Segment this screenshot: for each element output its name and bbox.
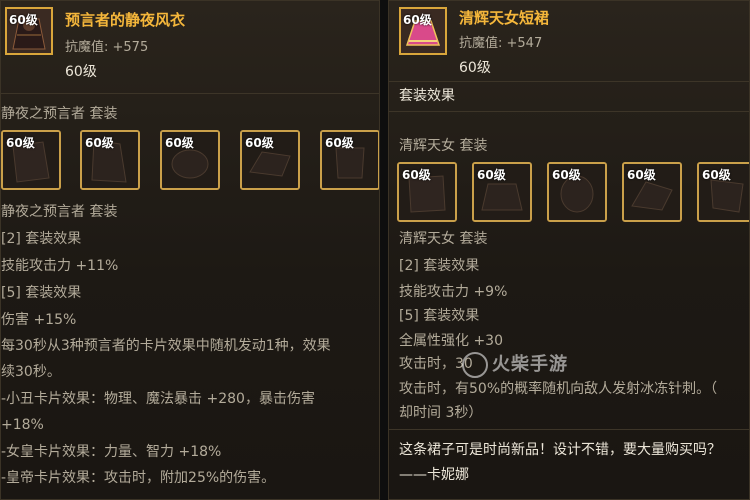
slot-level: 60级	[702, 168, 731, 182]
slot-level: 60级	[165, 136, 194, 150]
set-effect-header: 套装效果	[399, 88, 455, 104]
skirt-item-icon[interactable]: 60级	[399, 7, 447, 55]
site-watermark: 火柴手游	[462, 350, 568, 378]
slot-level: 60级	[477, 168, 506, 182]
set-title: 静夜之预言者 套装	[1, 106, 118, 122]
set-item-slot-5[interactable]: 60级	[320, 130, 379, 190]
level-line: 60级	[459, 60, 491, 76]
item-name: 清辉天女短裙	[459, 9, 550, 27]
card-effect-emperor: -皇帝卡片效果：攻击时，附加25%的伤害。	[1, 470, 276, 486]
item-level: 60级	[9, 13, 38, 27]
stat-line: 抗魔值: +575	[65, 40, 149, 55]
set-item-slot-5[interactable]: 60级	[697, 162, 749, 222]
slot-level: 60级	[552, 168, 581, 182]
item-name: 预言者的静夜风衣	[65, 11, 186, 29]
card-effect-empress: -女皇卡片效果：力量、智力 +18%	[1, 444, 222, 460]
divider-line	[389, 111, 749, 112]
set-item-slot-3[interactable]: 60级	[547, 162, 607, 222]
set-title: 清辉天女 套装	[399, 138, 488, 154]
slot-level: 60级	[6, 136, 35, 150]
set-title-2: 静夜之预言者 套装	[1, 204, 118, 220]
divider-line	[389, 429, 749, 430]
slot-level: 60级	[85, 136, 114, 150]
set-item-slot-2[interactable]: 60级	[472, 162, 532, 222]
attack-effect-3: 却时间 3秒）	[399, 405, 483, 421]
left-tooltip-panel: 60级 预言者的静夜风衣 抗魔值: +575 60级 静夜之预言者 套装 60级…	[0, 0, 380, 500]
cloak-item-icon[interactable]: 60级	[5, 7, 53, 55]
bonus-2-label: [2] 套装效果	[1, 231, 82, 247]
bonus-2-value: 技能攻击力 +9%	[399, 284, 508, 300]
flavor-quote: 这条裙子可是时尚新品！设计不错，要大量购买吗？	[399, 442, 721, 458]
slot-level: 60级	[245, 136, 274, 150]
set-description-2: 续30秒。	[1, 364, 61, 380]
bonus-2-value: 技能攻击力 +11%	[1, 258, 119, 274]
set-description-1: 每30秒从3种预言者的卡片效果中随机发动1种，效果	[1, 338, 331, 354]
watermark-text: 火柴手游	[492, 354, 568, 375]
level-line: 60级	[65, 64, 97, 80]
bonus-2-label: [2] 套装效果	[399, 258, 480, 274]
panel-divider	[380, 0, 388, 500]
item-level: 60级	[403, 13, 432, 27]
watermark-logo-icon	[462, 352, 488, 378]
stat-line: 抗魔值: +547	[459, 36, 543, 51]
slot-level: 60级	[627, 168, 656, 182]
bonus-5-value: 全属性强化 +30	[399, 333, 503, 349]
card-effect-clown-2: +18%	[1, 417, 44, 433]
bonus-5-value: 伤害 +15%	[1, 312, 77, 328]
flavor-quote-author: ——卡妮娜	[399, 467, 469, 483]
attack-effect-2: 攻击时，有50%的概率随机向敌人发射冰冻针刺。（	[399, 381, 718, 397]
set-item-slot-1[interactable]: 60级	[397, 162, 457, 222]
set-item-slot-4[interactable]: 60级	[622, 162, 682, 222]
set-item-slot-4[interactable]: 60级	[240, 130, 300, 190]
divider-line	[1, 93, 379, 94]
slot-level: 60级	[325, 136, 354, 150]
set-item-slot-3[interactable]: 60级	[160, 130, 220, 190]
right-tooltip-panel: 60级 清辉天女短裙 抗魔值: +547 60级 套装效果 清辉天女 套装 60…	[388, 0, 750, 500]
set-title-2: 清辉天女 套装	[399, 231, 488, 247]
card-effect-clown: -小丑卡片效果：物理、魔法暴击 +280，暴击伤害	[1, 391, 315, 407]
divider-line	[389, 81, 749, 82]
bonus-5-label: [5] 套装效果	[399, 308, 480, 324]
set-item-slot-1[interactable]: 60级	[1, 130, 61, 190]
set-item-slot-2[interactable]: 60级	[80, 130, 140, 190]
slot-level: 60级	[402, 168, 431, 182]
bonus-5-label: [5] 套装效果	[1, 285, 82, 301]
